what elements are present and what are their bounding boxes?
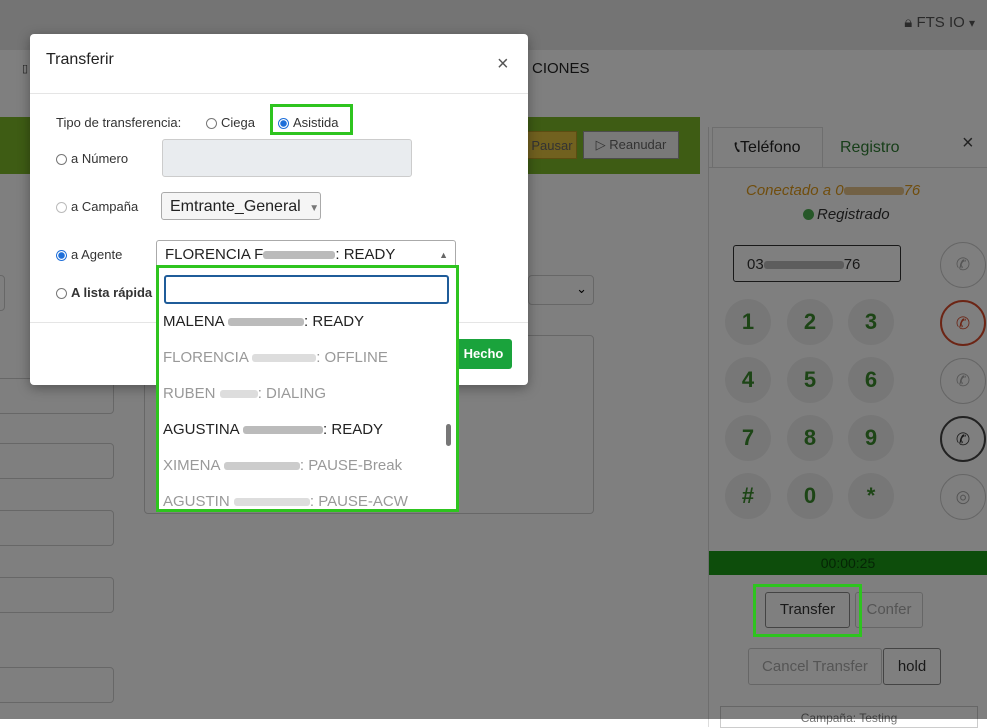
done-button[interactable]: Hecho	[455, 339, 512, 369]
radio-ciega-label: Ciega	[221, 115, 255, 130]
radio-to-number[interactable]: a Número	[56, 151, 128, 166]
radio-checked-icon	[56, 250, 67, 261]
agent-select-prefix: FLORENCIA F	[165, 246, 264, 263]
radio-checked-icon	[278, 118, 289, 129]
radio-ciega[interactable]: Ciega	[206, 115, 255, 130]
number-input[interactable]	[162, 139, 412, 177]
highlight-box	[753, 584, 862, 637]
modal-title: Transferir	[46, 51, 114, 68]
modal-divider	[30, 93, 528, 94]
radio-to-campaign-label: a Campaña	[71, 199, 139, 214]
chevron-down-icon: ▼	[309, 203, 320, 214]
campaign-select[interactable]: Emtrante_General ▼	[161, 192, 321, 220]
radio-quick-list-label: A lista rápida	[71, 285, 153, 300]
transfer-type-label: Tipo de transferencia:	[56, 115, 182, 130]
radio-icon	[56, 288, 67, 299]
radio-icon	[56, 202, 67, 213]
radio-to-campaign[interactable]: a Campaña	[56, 199, 138, 214]
radio-icon	[206, 118, 217, 129]
radio-to-number-label: a Número	[71, 151, 129, 166]
radio-quick-list[interactable]: A lista rápida	[56, 285, 152, 300]
campaign-select-value: Emtrante_General	[170, 198, 301, 215]
radio-to-agent[interactable]: a Agente	[56, 247, 122, 262]
radio-asistida-label: Asistida	[293, 115, 339, 130]
agent-select[interactable]: FLORENCIA F: READY ▲	[156, 240, 456, 268]
highlight-box	[156, 265, 459, 512]
agent-select-suffix: : READY	[335, 246, 396, 263]
radio-asistida[interactable]: Asistida	[278, 115, 339, 130]
radio-to-agent-label: a Agente	[71, 247, 123, 262]
redacted-name	[263, 251, 336, 260]
close-icon[interactable]: ×	[497, 53, 509, 76]
radio-icon	[56, 154, 67, 165]
